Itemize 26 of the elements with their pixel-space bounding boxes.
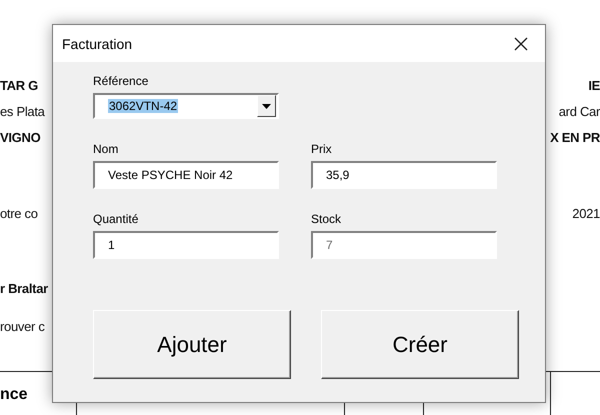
document-text: r Braltar [0,280,48,298]
field-label: Stock [311,212,342,226]
document-text: TAR G [0,77,38,95]
field-label: Nom [93,142,120,156]
document-text: rouver c [0,318,45,336]
window-title: Facturation [62,36,132,52]
input-field[interactable]: 1 [93,231,279,259]
field-label: Référence [93,74,150,88]
close-icon[interactable] [514,36,528,50]
document-text: IE [588,77,600,95]
action-button[interactable]: Ajouter [93,310,291,379]
document-text: es Plata [0,103,45,121]
action-button[interactable]: Créer [321,310,519,379]
table-header-cell: nce [0,386,28,404]
caret-icon [262,104,271,108]
dropdown-button[interactable] [257,95,276,117]
document-text: ard Car [558,103,600,121]
field-label: Quantité [93,212,140,226]
document-text: 2021 [572,205,600,223]
document-text: otre co [0,205,38,223]
document-text: VIGNO [0,129,40,147]
document-text: X EN PR [550,129,600,147]
field-label: Prix [311,142,333,156]
input-field[interactable]: 35,9 [311,161,497,189]
input-field[interactable]: Veste PSYCHE Noir 42 [93,161,279,189]
reference-dropdown[interactable]: 3062VTN-42 [93,93,279,119]
